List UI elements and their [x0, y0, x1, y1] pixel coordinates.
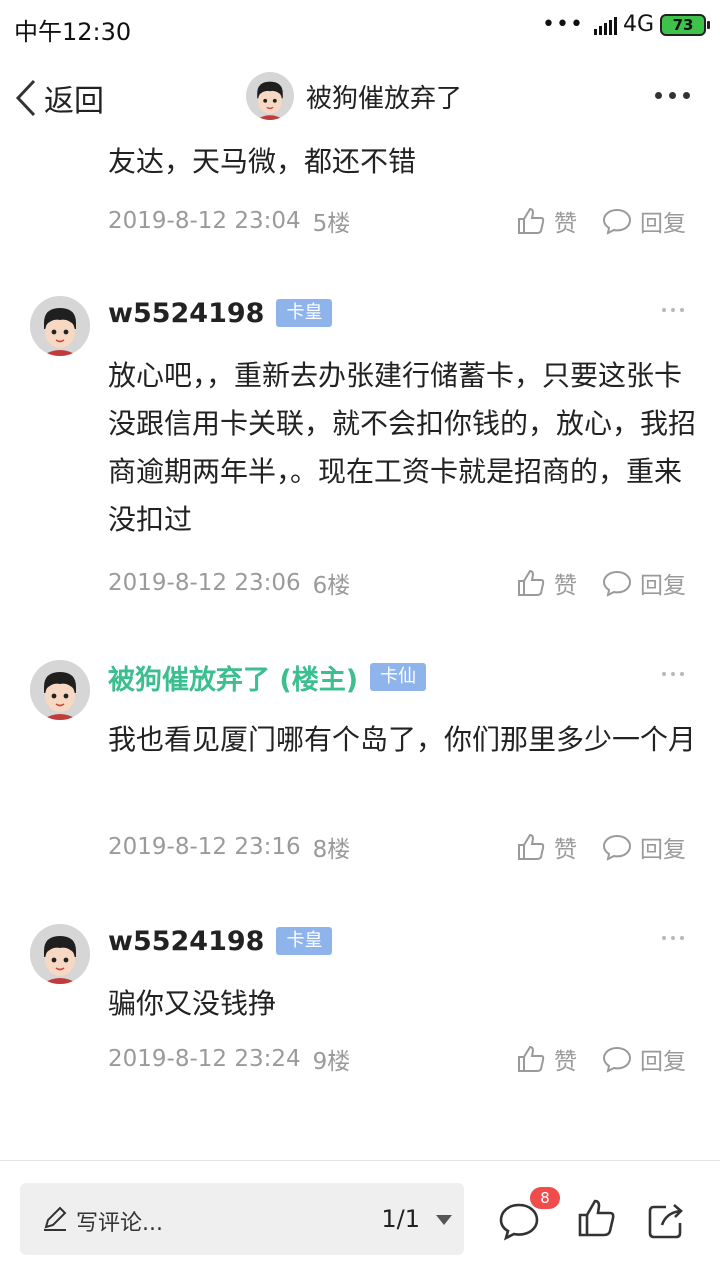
comment-placeholder: 写评论...	[76, 1211, 163, 1236]
comment-floor: 9楼	[312, 1049, 351, 1075]
comment-floor: 6楼	[312, 573, 351, 599]
reply-button[interactable]: 回复	[602, 204, 686, 238]
user-badge: 卡皇	[276, 299, 333, 327]
comment-bubble-icon	[602, 1046, 632, 1073]
user-badge: 卡皇	[276, 927, 333, 955]
comment-header: w5524198 卡皇	[108, 924, 333, 958]
reply-button[interactable]: 回复	[602, 566, 686, 600]
comment-text: 骗你又没钱挣	[108, 987, 277, 1020]
like-label: 赞	[554, 837, 577, 863]
like-label: 赞	[554, 1049, 577, 1075]
reply-button[interactable]: 回复	[602, 830, 686, 864]
like-button[interactable]: 赞	[516, 204, 577, 238]
thumbs-up-icon	[518, 1045, 545, 1072]
nav-thread-author[interactable]: 被狗催放弃了	[246, 72, 462, 120]
username[interactable]: 被狗催放弃了 (楼主)	[108, 658, 358, 697]
comment-bubble-icon	[602, 208, 632, 235]
status-time: 中午12:30	[14, 18, 132, 46]
comment-text: 我也看见厦门哪有个岛了，你们那里多少一个月	[108, 723, 697, 756]
avatar	[246, 72, 294, 120]
comment-more-icon[interactable]	[662, 672, 684, 676]
thumbs-up-icon[interactable]	[576, 1197, 616, 1239]
like-button[interactable]: 赞	[516, 1042, 577, 1076]
page-indicator[interactable]: 1/1	[381, 1205, 420, 1233]
user-badge: 卡仙	[370, 663, 427, 691]
pencil-icon	[44, 1206, 67, 1231]
like-label: 赞	[554, 573, 577, 599]
more-options-icon[interactable]	[655, 92, 690, 99]
comment-item: w5524198 卡皇 骗你又没钱挣 2019-8-12 23:24 9楼 赞 …	[0, 924, 720, 1094]
signal-icon	[593, 15, 617, 35]
page-title: 被狗催放弃了	[306, 83, 463, 114]
comment-bubble-icon	[602, 570, 632, 597]
comment-item: 友达，天马微，都还不错 2019-8-12 23:04 5楼 赞 回复	[0, 134, 720, 264]
status-indicators: ••• 4G 73	[542, 12, 710, 37]
reply-label: 回复	[640, 837, 686, 863]
comment-count-badge: 8	[530, 1187, 560, 1209]
like-label: 赞	[554, 211, 577, 237]
avatar[interactable]	[30, 660, 90, 720]
status-bar: 中午12:30 ••• 4G 73	[0, 0, 720, 52]
comment-bubble-icon	[602, 834, 632, 861]
network-type: 4G	[622, 12, 654, 37]
nav-bar: 返回 被狗催放弃了	[0, 62, 720, 134]
reply-button[interactable]: 回复	[602, 1042, 686, 1076]
comment-more-icon[interactable]	[662, 308, 684, 312]
reply-label: 回复	[640, 211, 686, 237]
comment-item: 被狗催放弃了 (楼主) 卡仙 我也看见厦门哪有个岛了，你们那里多少一个月 201…	[0, 660, 720, 880]
comment-input[interactable]: 写评论... 1/1	[20, 1183, 464, 1255]
battery-level: 73	[672, 15, 694, 34]
comment-header: 被狗催放弃了 (楼主) 卡仙	[108, 658, 427, 697]
battery-icon: 73	[660, 13, 710, 36]
more-notifications-icon: •••	[542, 12, 584, 37]
thumbs-up-icon	[518, 207, 545, 234]
comment-text: 友达，天马微，都还不错	[108, 145, 417, 178]
comment-floor: 8楼	[312, 837, 351, 863]
chevron-left-icon	[15, 79, 36, 117]
like-button[interactable]: 赞	[516, 830, 577, 864]
share-icon[interactable]	[646, 1201, 686, 1241]
thumbs-up-icon	[518, 569, 545, 596]
reply-label: 回复	[640, 1049, 686, 1075]
comment-date: 2019-8-12 23:06	[108, 570, 301, 596]
back-label: 返回	[44, 84, 104, 119]
comment-date: 2019-8-12 23:24	[108, 1046, 301, 1072]
comment-item: w5524198 卡皇 放心吧，，重新去办张建行储蓄卡，只要这张卡没跟信用卡关联…	[0, 296, 720, 616]
comment-more-icon[interactable]	[662, 936, 684, 940]
comment-header: w5524198 卡皇	[108, 296, 333, 330]
comment-date: 2019-8-12 23:16	[108, 834, 301, 860]
avatar[interactable]	[30, 296, 90, 356]
bottom-bar: 写评论... 1/1 8	[0, 1160, 720, 1280]
comment-floor: 5楼	[312, 211, 351, 237]
reply-label: 回复	[640, 573, 686, 599]
thumbs-up-icon	[518, 833, 545, 860]
username[interactable]: w5524198	[108, 298, 264, 329]
back-button[interactable]: 返回	[12, 76, 104, 120]
avatar[interactable]	[30, 924, 90, 984]
username[interactable]: w5524198	[108, 926, 264, 957]
caret-down-icon[interactable]	[436, 1215, 452, 1225]
comment-date: 2019-8-12 23:04	[108, 208, 301, 234]
comment-text: 放心吧，，重新去办张建行储蓄卡，只要这张卡没跟信用卡关联，就不会扣你钱的，放心，…	[108, 359, 697, 536]
like-button[interactable]: 赞	[516, 566, 577, 600]
